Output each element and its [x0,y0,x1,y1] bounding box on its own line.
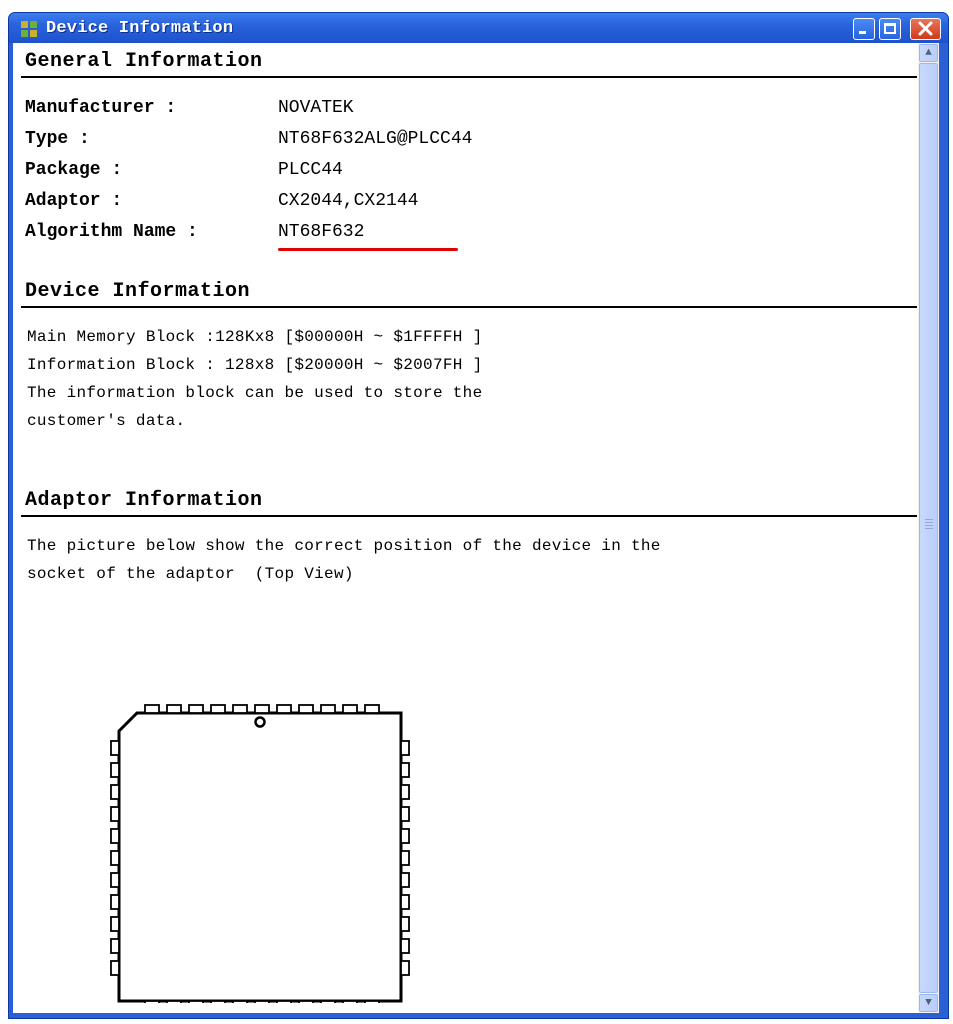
chip-pin-top [298,704,314,714]
chip-pin-right [400,740,410,756]
chip-pin-bottom [254,1000,270,1003]
adaptor-description-line: socket of the adaptor (Top View) [27,565,354,583]
vertical-scrollbar[interactable]: ▲ ▼ [918,43,939,1013]
title-bar[interactable]: Device Information [9,13,948,43]
adaptor-description-line: The picture below show the correct posit… [27,537,661,555]
content-pane: General Information Manufacturer : NOVAT… [13,43,918,1013]
scroll-thumb[interactable] [919,63,938,993]
device-heading: Device Information [25,280,251,303]
maximize-button[interactable] [879,18,901,40]
chip-pin-bottom [276,1000,292,1003]
adaptor-label: Adaptor : [25,191,123,211]
chip-pin-left [110,894,120,910]
chip-pin-left [110,938,120,954]
close-button[interactable] [910,18,941,40]
section-divider [21,76,917,78]
chip-pin-right [400,872,410,888]
chip-pin-top [232,704,248,714]
chip-pin-right [400,894,410,910]
adaptor-value: CX2044,CX2144 [278,191,419,211]
plcc44-chip-diagram [110,704,410,1003]
package-value: PLCC44 [278,160,343,180]
chip-pin-right [400,850,410,866]
device-information-window: Device Information General Information M… [8,12,949,1019]
chip-pin-left [110,850,120,866]
minimize-button[interactable] [853,18,875,40]
chip-pin-top [320,704,336,714]
chip-pin-bottom [364,1000,380,1003]
chip-pin-right [400,762,410,778]
chip-pin-bottom [320,1000,336,1003]
chip-pin-top [210,704,226,714]
section-divider [21,515,917,517]
chip-body [117,711,403,1003]
chip-pin-left [110,784,120,800]
chip-pin-right [400,784,410,800]
scroll-up-icon[interactable]: ▲ [919,44,938,62]
chip-pin-left [110,960,120,976]
chip-pin-bottom [166,1000,182,1003]
chip-pin-top [254,704,270,714]
adaptor-heading: Adaptor Information [25,489,263,512]
chip-pin-top [144,704,160,714]
manufacturer-label: Manufacturer : [25,98,177,118]
chip-pin-right [400,938,410,954]
chip-pin-left [110,806,120,822]
chip-pin-bottom [298,1000,314,1003]
device-note-line: The information block can be used to sto… [27,384,483,402]
algorithm-label: Algorithm Name : [25,222,198,242]
scroll-down-icon[interactable]: ▼ [919,994,938,1012]
information-block-line: Information Block : 128x8 [$20000H ~ $20… [27,356,483,374]
chip-pin-bottom [188,1000,204,1003]
chip-pin-bottom [232,1000,248,1003]
chip-pin-right [400,828,410,844]
chip-pin-left [110,740,120,756]
chip-pin-bottom [342,1000,358,1003]
chip-pin-bottom [144,1000,160,1003]
adaptor-highlight-underline [278,248,458,251]
chip-pin-left [110,762,120,778]
chip-pin-right [400,806,410,822]
section-divider [21,306,917,308]
chip-pin-right [400,916,410,932]
general-heading: General Information [25,50,263,73]
package-label: Package : [25,160,123,180]
algorithm-value: NT68F632 [278,222,365,242]
chip-pin-left [110,872,120,888]
manufacturer-value: NOVATEK [278,98,354,118]
chip-pin-top [364,704,380,714]
close-icon [918,21,933,36]
chip-pin-right [400,960,410,976]
device-note-line: customer's data. [27,412,186,430]
main-memory-line: Main Memory Block :128Kx8 [$00000H ~ $1F… [27,328,483,346]
chip-pin-top [188,704,204,714]
chip-pin-top [342,704,358,714]
chip-pin-top [276,704,292,714]
chip-pin-left [110,916,120,932]
chip-pin-left [110,828,120,844]
chip-pin-top [166,704,182,714]
type-label: Type : [25,129,90,149]
app-icon [21,21,37,37]
window-title: Device Information [46,19,234,38]
type-value: NT68F632ALG@PLCC44 [278,129,473,149]
chip-pin-bottom [210,1000,226,1003]
